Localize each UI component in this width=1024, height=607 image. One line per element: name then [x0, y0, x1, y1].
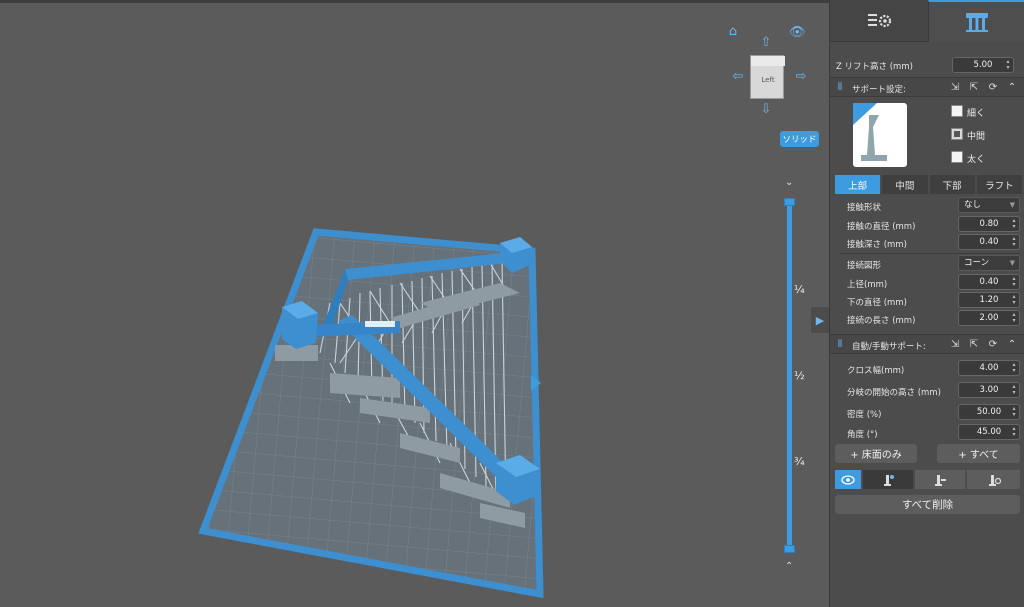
view-cube[interactable]: Left: [750, 55, 785, 99]
checkbox-thin-label: 細く: [967, 109, 986, 119]
add-support-mode-button[interactable]: [863, 470, 913, 489]
support-pillars-icon: [966, 13, 988, 32]
angle-label: 角度 (°): [847, 430, 878, 440]
divider: [840, 253, 1020, 254]
density-input[interactable]: 50.00 ▴ ▾: [958, 404, 1020, 420]
rotate-up-icon[interactable]: ⇧: [758, 36, 774, 52]
tab-supports[interactable]: [928, 0, 1024, 42]
add-support-icon: [884, 474, 894, 486]
support-section-tabs: 上部 中間 下部 ラフト: [835, 175, 1022, 194]
export-icon[interactable]: ⇱: [968, 339, 980, 351]
slider-top-chevron-icon[interactable]: ⌄: [785, 177, 793, 188]
rotate-left-icon[interactable]: ⇦: [730, 70, 746, 86]
angle-input[interactable]: 45.00 ▴ ▾: [958, 424, 1020, 440]
checkbox-thick-label: 太く: [967, 155, 986, 165]
lower-diameter-label: 下の直径 (mm): [847, 298, 907, 308]
tab-print-settings[interactable]: [830, 0, 928, 42]
density-label: 密度 (%): [847, 410, 882, 420]
support-settings-title: サポート設定:: [852, 85, 906, 95]
layer-slider-bottom-handle[interactable]: [784, 545, 795, 553]
edit-support-icon: [988, 474, 1001, 486]
slider-mark-three-quarter: ¾: [794, 455, 805, 468]
layer-slider-top-handle[interactable]: [784, 198, 795, 206]
bed-only-button[interactable]: + 床面のみ: [835, 444, 917, 463]
view-cube-label: Left: [761, 76, 775, 84]
support-preview-image: [853, 103, 907, 167]
3d-viewport[interactable]: ⌂ 👁 ⇧ ⇦ ⇨ ⇩ Left ソリッド ⌄ ¼ ½ ¾ ⌃ ▶: [0, 0, 829, 607]
build-plate-scene: [198, 228, 544, 599]
eye-icon[interactable]: 👁: [789, 26, 806, 42]
tab-bottom[interactable]: 下部: [929, 175, 975, 194]
z-lift-input[interactable]: 5.00 ▴ ▾: [952, 57, 1014, 73]
auto-support-icon: ⫴: [837, 339, 843, 350]
connection-shape-select[interactable]: コーン ▼: [958, 255, 1020, 271]
auto-support-header: ⫴ 自動/手動サポート: ⇲ ⇱ ⟳ ⌃: [830, 334, 1024, 354]
upper-diameter-input[interactable]: 0.40 ▴ ▾: [958, 274, 1020, 290]
cross-width-input[interactable]: 4.00 ▴ ▾: [958, 360, 1020, 376]
tab-middle[interactable]: 中間: [882, 175, 928, 194]
checkbox-medium[interactable]: [951, 128, 963, 140]
slider-mark-quarter: ¼: [794, 283, 805, 296]
collapse-up-icon[interactable]: ⌃: [1006, 339, 1018, 351]
contact-depth-input[interactable]: 0.40 ▴ ▾: [958, 234, 1020, 250]
solid-view-button[interactable]: ソリッド: [780, 131, 819, 147]
auto-support-title: 自動/手動サポート:: [852, 342, 926, 352]
reset-icon[interactable]: ⟳: [987, 339, 999, 351]
contact-diameter-input[interactable]: 0.80 ▴ ▾: [958, 216, 1020, 232]
slider-mark-half: ½: [794, 369, 805, 382]
show-supports-toggle[interactable]: [835, 470, 861, 489]
rotate-down-icon[interactable]: ⇩: [758, 103, 774, 119]
connection-length-input[interactable]: 2.00 ▴ ▾: [958, 310, 1020, 326]
tab-raft[interactable]: ラフト: [976, 175, 1022, 194]
z-lift-label: Z リフト高さ (mm): [836, 62, 913, 72]
tab-top[interactable]: 上部: [835, 175, 881, 194]
sliders-gear-icon: [868, 13, 892, 27]
checkbox-medium-label: 中間: [967, 132, 986, 142]
layer-slider-track[interactable]: [787, 201, 792, 549]
support-settings-icon: ⫴: [837, 82, 843, 93]
import-icon[interactable]: ⇲: [949, 82, 961, 94]
checkbox-thin[interactable]: [951, 105, 963, 117]
contact-diameter-label: 接触の直径 (mm): [847, 222, 916, 232]
branch-height-input[interactable]: 3.00 ▴ ▾: [958, 382, 1020, 398]
support-settings-header: ⫴ サポート設定: ⇲ ⇱ ⟳ ⌃: [830, 77, 1024, 97]
slider-bottom-chevron-icon[interactable]: ⌃: [785, 561, 793, 572]
cross-width-label: クロス幅(mm): [847, 366, 905, 376]
eye-icon: [841, 474, 855, 485]
contact-shape-label: 接触形状: [847, 203, 882, 213]
lower-diameter-input[interactable]: 1.20 ▴ ▾: [958, 292, 1020, 308]
edit-support-mode-button[interactable]: [967, 470, 1020, 489]
home-view-icon[interactable]: ⌂: [725, 25, 741, 41]
connection-length-label: 接続の長さ (mm): [847, 316, 916, 326]
reset-icon[interactable]: ⟳: [987, 82, 999, 94]
contact-depth-label: 接触深さ (mm): [847, 240, 907, 250]
delete-all-button[interactable]: すべて削除: [835, 495, 1020, 514]
export-icon[interactable]: ⇱: [968, 82, 980, 94]
connection-shape-label: 接続図形: [847, 261, 882, 271]
contact-shape-select[interactable]: なし ▼: [958, 197, 1020, 213]
remove-support-mode-button[interactable]: [915, 470, 965, 489]
rotate-right-icon[interactable]: ⇨: [793, 70, 809, 86]
app-window: ⌂ 👁 ⇧ ⇦ ⇨ ⇩ Left ソリッド ⌄ ¼ ½ ¾ ⌃ ▶ Z リフト高…: [0, 0, 1024, 607]
upper-diameter-label: 上径(mm): [847, 280, 888, 290]
panel-collapse-icon[interactable]: ▶: [811, 307, 829, 333]
collapse-up-icon[interactable]: ⌃: [1006, 82, 1018, 94]
import-icon[interactable]: ⇲: [949, 339, 961, 351]
supports-panel: Z リフト高さ (mm) 5.00 ▴ ▾ ⫴ サポート設定: ⇲ ⇱ ⟳ ⌃ 細く…: [829, 0, 1024, 607]
all-supports-button[interactable]: + すべて: [937, 444, 1020, 463]
branch-height-label: 分岐の開始の高さ (mm): [847, 388, 941, 398]
checkbox-thick[interactable]: [951, 151, 963, 163]
remove-support-icon: [935, 474, 946, 486]
